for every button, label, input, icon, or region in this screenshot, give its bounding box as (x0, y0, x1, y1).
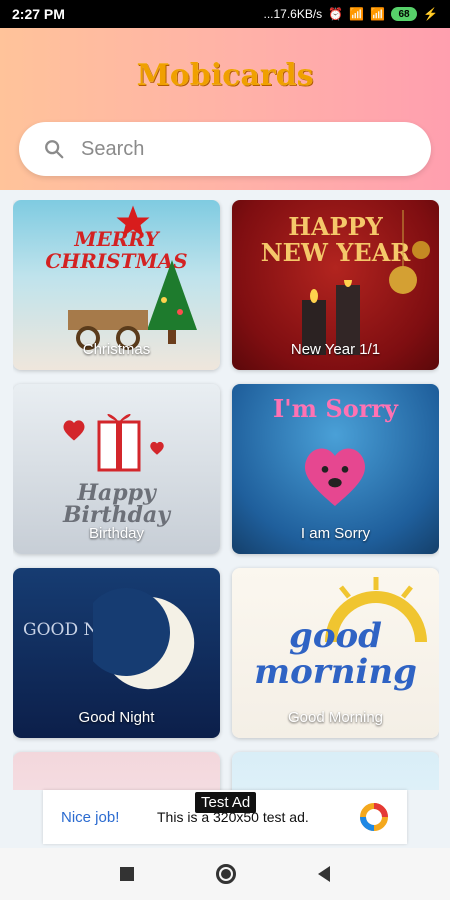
card-label: I am Sorry (300, 525, 371, 542)
signal-icon: 📶 (349, 7, 365, 21)
search-icon (45, 140, 64, 159)
recent-apps-icon[interactable] (120, 867, 134, 881)
gift-icon (97, 414, 141, 472)
card-label: Good Night (78, 709, 155, 726)
test-ad-badge: Test Ad (195, 792, 257, 813)
card-sorry[interactable]: I'm Sorry I am Sorry (232, 384, 439, 554)
star-icon (116, 205, 150, 237)
good-morning-art-text: good morning (254, 616, 417, 692)
search-input[interactable]: Search (19, 122, 431, 176)
status-icons: ...17.6KB/s ⏰ 📶 📶 68 ⚡ (263, 7, 438, 21)
charging-icon: ⚡ (423, 7, 438, 21)
back-icon[interactable] (318, 866, 330, 882)
wifi-icon: 📶 (370, 7, 386, 21)
card-label: New Year 1/1 (290, 341, 381, 358)
card-label: Good Morning (287, 709, 384, 726)
card-partial-left[interactable] (13, 752, 220, 790)
ad-nice-text: Nice job! (61, 808, 120, 826)
battery-level: 68 (398, 8, 410, 20)
alarm-icon: ⏰ (328, 7, 344, 21)
card-label: Birthday (88, 525, 145, 542)
birthday-art-text: Happy Birthday (62, 480, 171, 528)
card-label: Christmas (82, 341, 151, 358)
ad-logo-icon (360, 803, 388, 831)
network-speed: ...17.6KB/s (263, 7, 323, 21)
ornament-icon (389, 210, 430, 294)
battery-icon: 68 (391, 7, 418, 21)
home-icon[interactable] (216, 864, 236, 884)
sad-heart-icon (304, 448, 366, 506)
status-bar: 2:27 PM ...17.6KB/s ⏰ 📶 📶 68 ⚡ (0, 0, 450, 28)
heart-icon (150, 441, 164, 455)
card-good-night[interactable]: GOOD NIGHT Good Night (13, 568, 220, 738)
cards-grid: MERRY CHRISTMAS Christmas HAPPY NEW YEAR (13, 200, 439, 790)
moon-icon (93, 588, 195, 690)
search-placeholder: Search (81, 137, 145, 160)
app-logo: Mobicards (136, 58, 314, 93)
heart-icon (63, 420, 85, 441)
sorry-art-text: I'm Sorry (273, 394, 398, 423)
status-time: 2:27 PM (12, 6, 65, 22)
card-good-morning[interactable]: good morning Good Morning (232, 568, 439, 738)
app-header: Mobicards Search (0, 28, 450, 190)
system-nav-bar (0, 848, 450, 900)
card-christmas[interactable]: MERRY CHRISTMAS Christmas (13, 200, 220, 370)
card-new-year[interactable]: HAPPY NEW YEAR New Year 1/1 (232, 200, 439, 370)
card-birthday[interactable]: Happy Birthday Birthday (13, 384, 220, 554)
card-partial-right[interactable] (232, 752, 439, 790)
